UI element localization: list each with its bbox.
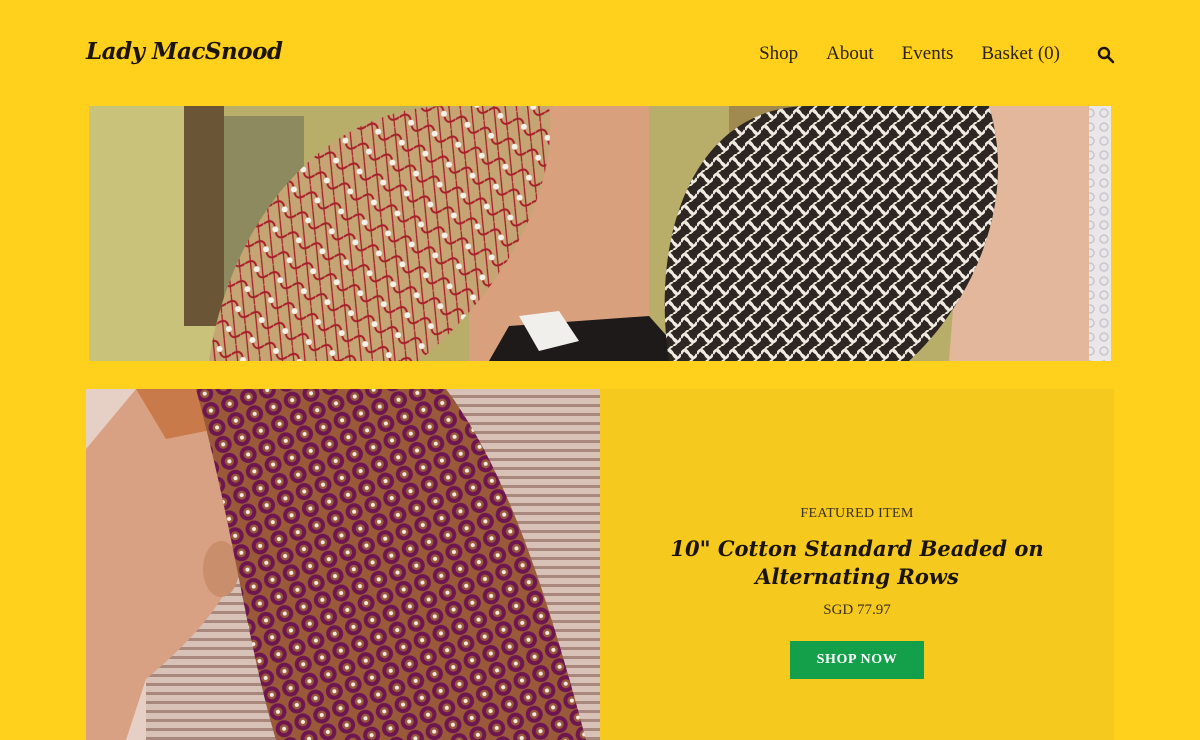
search-icon[interactable]	[1097, 46, 1115, 64]
nav-basket[interactable]: Basket (0)	[981, 43, 1060, 65]
featured-product-image[interactable]	[86, 389, 600, 740]
nav-events[interactable]: Events	[902, 43, 954, 65]
nav-shop[interactable]: Shop	[759, 43, 798, 65]
main-nav: Shop About Events Basket (0)	[759, 43, 1060, 65]
shop-now-button[interactable]: SHOP NOW	[790, 641, 924, 679]
featured-label: FEATURED ITEM	[800, 506, 914, 521]
featured-product-title[interactable]: 10" Cotton Standard Beaded on Alternatin…	[640, 535, 1074, 591]
featured-item-panel: FEATURED ITEM 10" Cotton Standard Beaded…	[600, 389, 1114, 740]
nav-about[interactable]: About	[826, 43, 874, 65]
featured-product-price: SGD 77.97	[823, 602, 891, 618]
site-header: Lady MacSnood Shop About Events Basket (…	[0, 0, 1200, 106]
site-logo[interactable]: Lady MacSnood	[86, 38, 283, 65]
hero-banner-image	[89, 106, 1111, 361]
